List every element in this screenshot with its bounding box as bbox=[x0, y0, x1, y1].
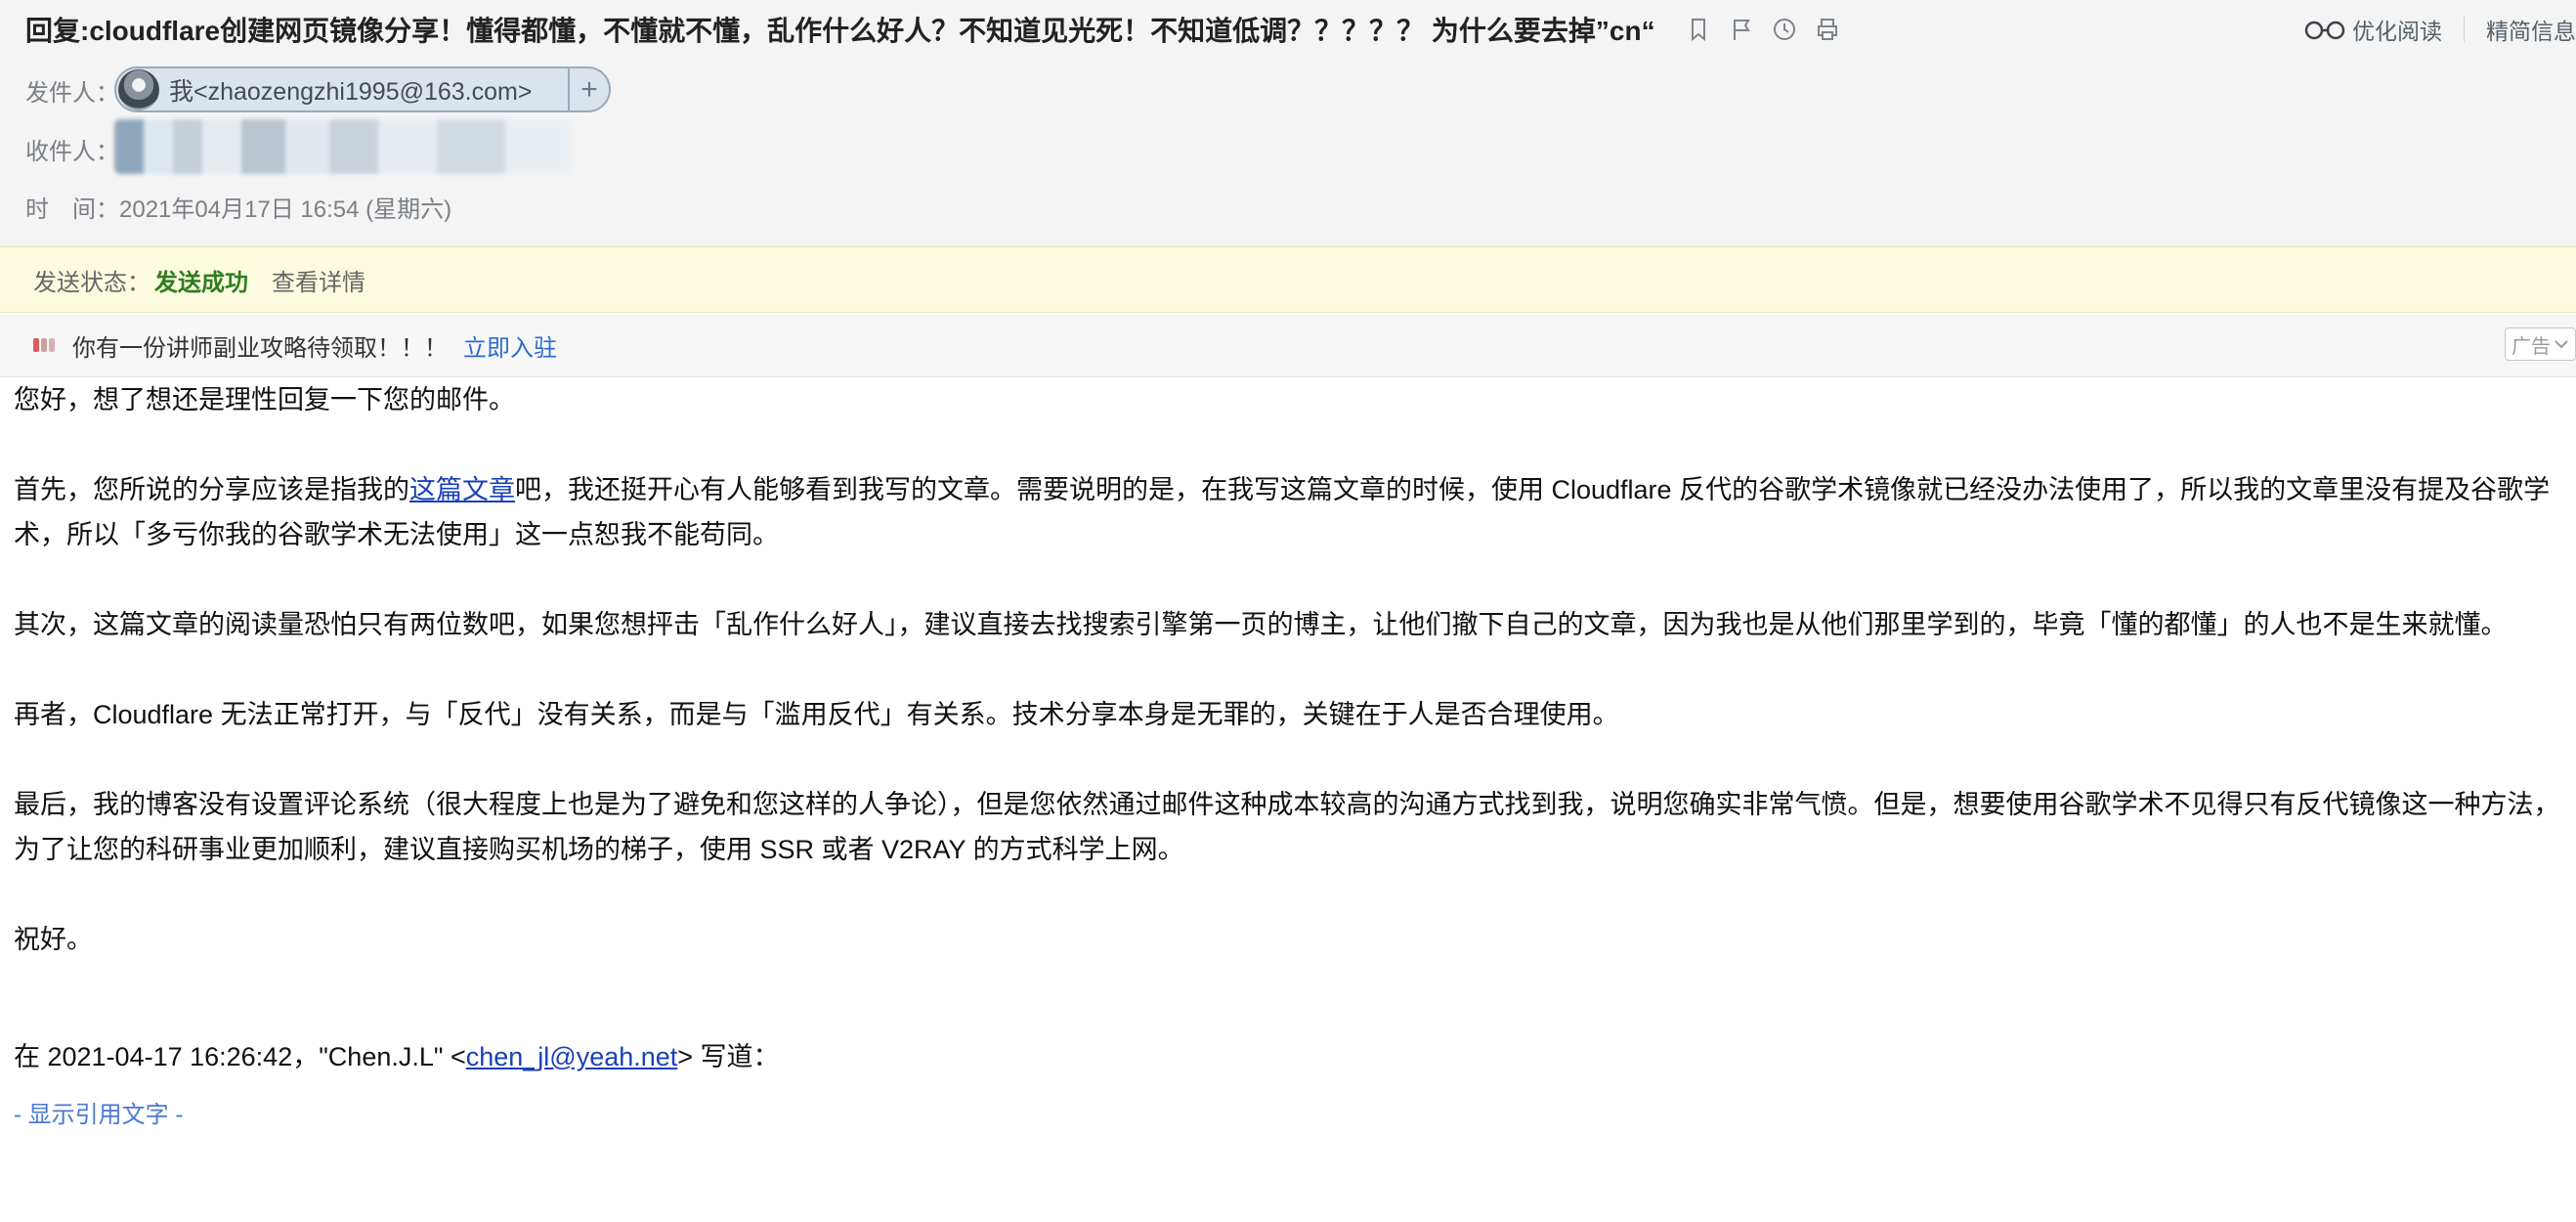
from-label: 发件人： bbox=[25, 80, 119, 107]
quote-header: 在 2021-04-17 16:26:42，"Chen.J.L" <chen_j… bbox=[14, 1034, 2564, 1079]
chevron-down-icon bbox=[2555, 340, 2568, 349]
paragraph-greeting: 您好，想了想还是理性回复一下您的邮件。 bbox=[14, 385, 515, 415]
tool-divider bbox=[2464, 17, 2465, 42]
add-contact-button[interactable]: + bbox=[568, 68, 609, 110]
ad-tag-label: 广告 bbox=[2512, 335, 2551, 358]
sender-chip[interactable]: 我<zhaozengzhi1995@163.com> + bbox=[114, 66, 611, 112]
optimize-read-button[interactable]: 优化阅读 bbox=[2303, 13, 2442, 46]
ad-bar: 你有一份讲师副业攻略待领取！！！ 立即入驻 广告 bbox=[0, 314, 2576, 377]
send-status-value: 发送成功 bbox=[154, 269, 248, 296]
header-tools: 优化阅读 精简信息 bbox=[2303, 10, 2576, 49]
paragraph-closing: 祝好。 bbox=[14, 925, 93, 954]
send-status-label: 发送状态： bbox=[33, 269, 150, 296]
concise-info-label: 精简信息 bbox=[2486, 19, 2576, 44]
send-status-bar: 发送状态： 发送成功 查看详情 bbox=[0, 246, 2576, 313]
ad-join-link[interactable]: 立即入驻 bbox=[463, 328, 557, 363]
quoted-sender-email[interactable]: chen_jl@yeah.net bbox=[466, 1042, 678, 1071]
bookmark-icon[interactable] bbox=[1685, 16, 1712, 43]
article-link[interactable]: 这篇文章 bbox=[409, 475, 515, 504]
ad-tag-button[interactable]: 广告 bbox=[2505, 327, 2576, 361]
to-label: 收件人： bbox=[25, 139, 119, 165]
time-label: 时 间： bbox=[25, 196, 119, 223]
subject-row: 回复:cloudflare创建网页镜像分享！懂得都懂，不懂就不懂，乱作什么好人？… bbox=[25, 10, 1857, 49]
subject-actions bbox=[1685, 16, 1857, 43]
paragraph-second: 其次，这篇文章的阅读量恐怕只有两位数吧，如果您想抨击「乱作什么好人」，建议直接去… bbox=[14, 610, 2508, 639]
paragraph-third: 再者，Cloudflare 无法正常打开，与「反代」没有关系，而是与「滥用反代」… bbox=[14, 700, 1619, 729]
recipient-redacted bbox=[114, 119, 570, 174]
flag-icon[interactable] bbox=[1728, 16, 1755, 43]
paragraph-first: 首先，您所说的分享应该是指我的这篇文章吧，我还挺开心有人能够看到我写的文章。需要… bbox=[14, 467, 2564, 557]
mail-body: 您好，想了想还是理性回复一下您的邮件。 首先，您所说的分享应该是指我的这篇文章吧… bbox=[14, 377, 2564, 1132]
quote-header-tail: > 写道： bbox=[677, 1042, 780, 1071]
ad-text: 你有一份讲师副业攻略待领取！！！ bbox=[72, 334, 448, 362]
paragraph-first-lead: 首先，您所说的分享应该是指我的 bbox=[14, 475, 409, 504]
show-quote-toggle[interactable]: - 显示引用文字 - bbox=[14, 1099, 2564, 1132]
concise-info-button[interactable]: 精简信息 bbox=[2486, 13, 2576, 46]
sender-address: 我<zhaozengzhi1995@163.com> bbox=[169, 77, 533, 106]
time-value: 2021年04月17日 16:54 (星期六) bbox=[119, 196, 452, 223]
mail-subject: 回复:cloudflare创建网页镜像分享！懂得都懂，不懂就不懂，乱作什么好人？… bbox=[25, 16, 1655, 46]
mail-header: 回复:cloudflare创建网页镜像分享！懂得都懂，不懂就不懂，乱作什么好人？… bbox=[0, 0, 2576, 246]
clock-icon[interactable] bbox=[1771, 16, 1798, 43]
avatar bbox=[118, 68, 159, 110]
print-icon[interactable] bbox=[1814, 16, 1841, 43]
quote-header-lead: 在 2021-04-17 16:26:42，"Chen.J.L" < bbox=[14, 1042, 466, 1071]
optimize-read-label: 优化阅读 bbox=[2352, 19, 2442, 44]
ad-logo-icon bbox=[33, 338, 55, 352]
paragraph-fourth: 最后，我的博客没有设置评论系统（很大程度上也是为了避免和您这样的人争论），但是您… bbox=[14, 790, 2560, 864]
view-details-link[interactable]: 查看详情 bbox=[272, 263, 365, 297]
glasses-icon bbox=[2304, 21, 2345, 40]
